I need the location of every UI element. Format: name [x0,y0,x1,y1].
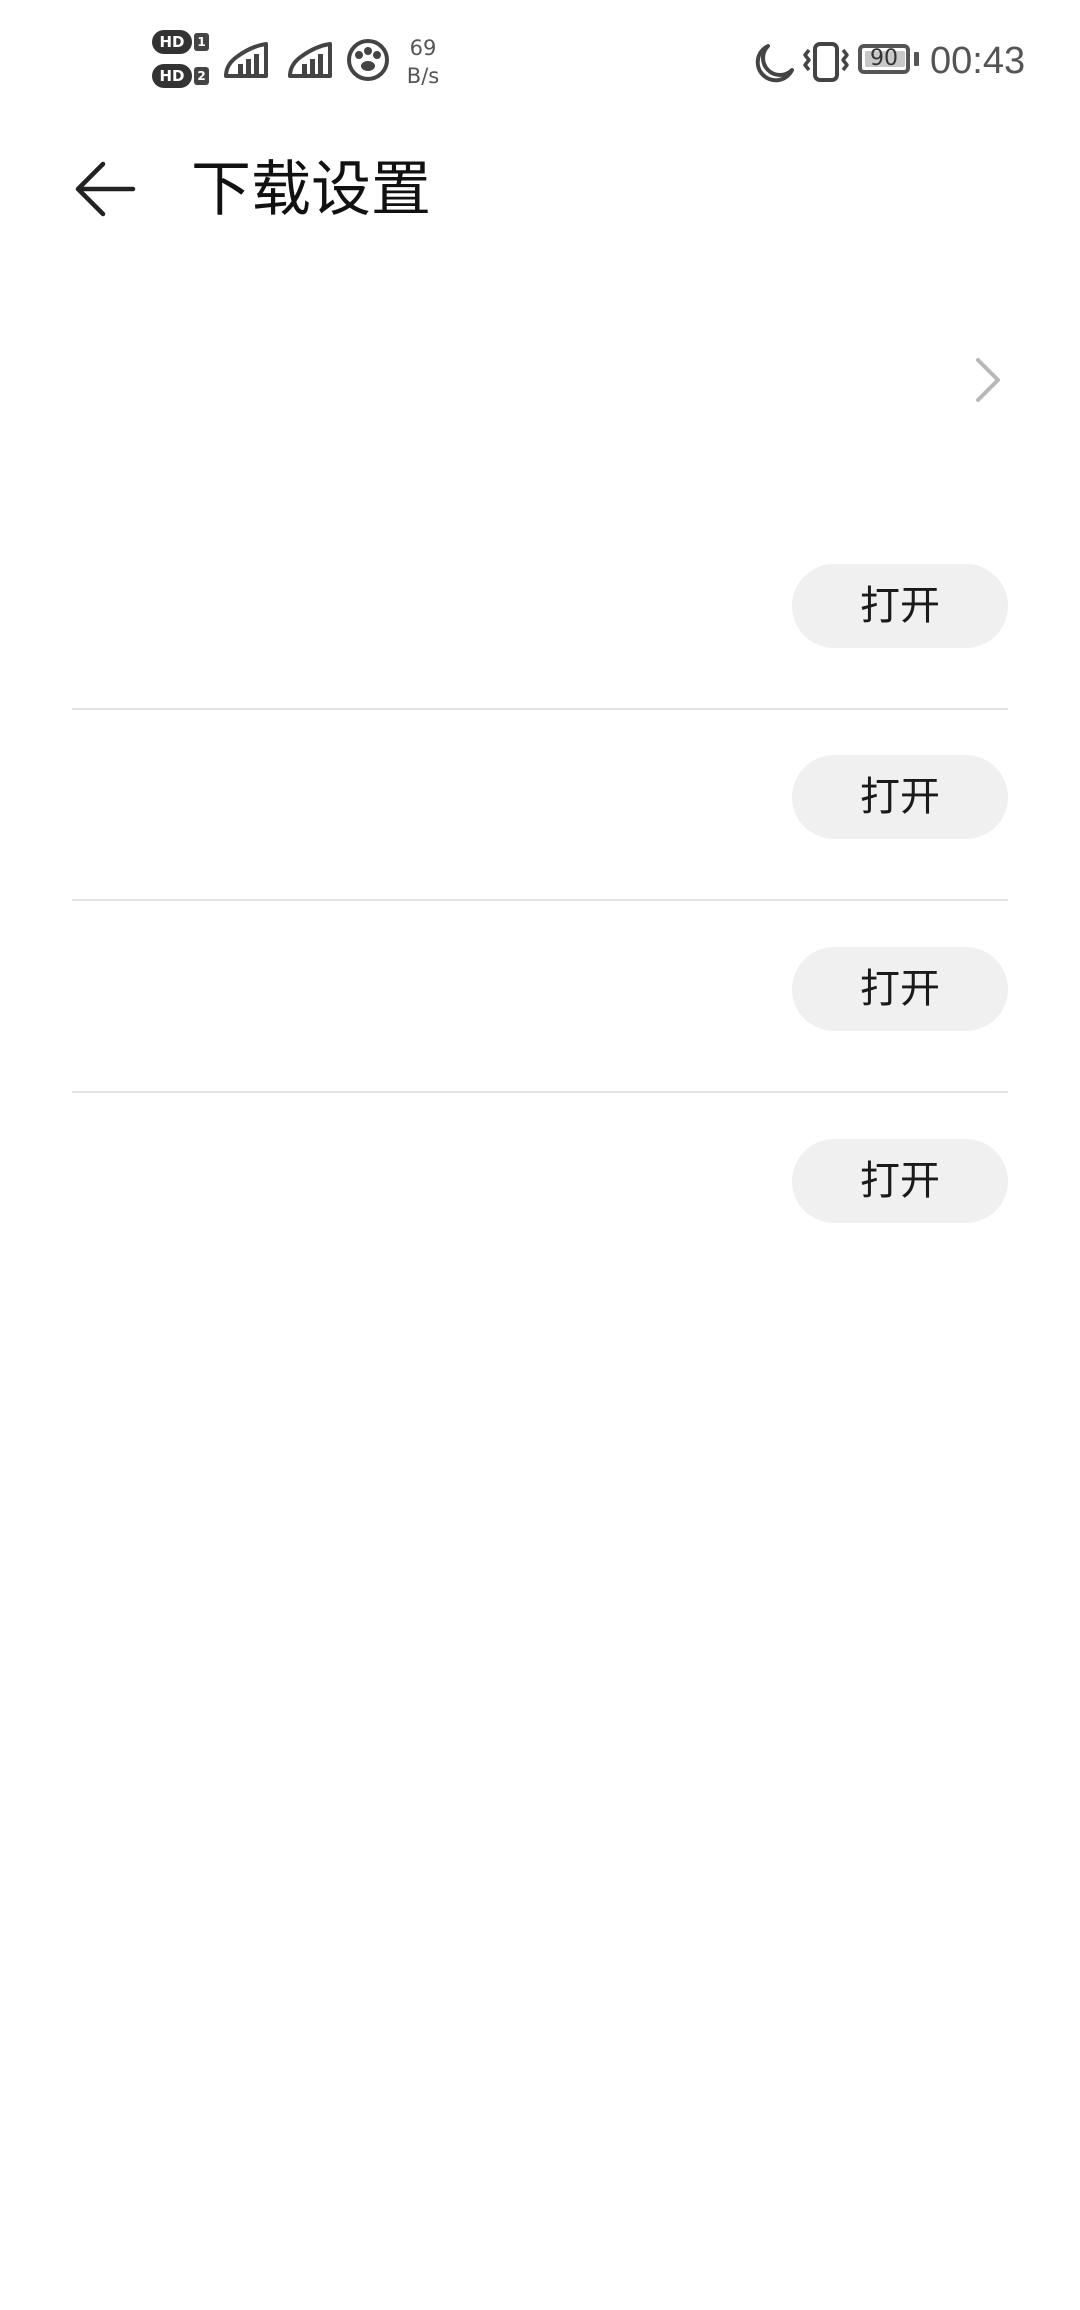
divider [72,899,1008,901]
status-bar: HD 1 HD 2 69 B/s 90 00:43 [0,0,1080,125]
open-button[interactable]: 打开 [792,1139,1008,1223]
open-button[interactable]: 打开 [792,564,1008,648]
signal-icon [222,40,272,84]
nav-row[interactable] [0,300,1080,460]
setting-row: 打开 [72,711,1008,901]
hd1-icon: HD [152,30,192,54]
battery-cap [914,52,919,66]
hd2-icon: HD [152,64,192,88]
paw-icon [345,38,391,86]
setting-row: 打开 [72,520,1008,710]
sim2-number: 2 [194,67,209,85]
vibrate-icon [800,40,852,88]
sim1-number: 1 [194,33,209,51]
back-button[interactable] [60,149,150,229]
signal-icon [286,40,336,84]
clock: 00:43 [930,40,1026,82]
open-button[interactable]: 打开 [792,947,1008,1031]
setting-row: 打开 [72,1095,1008,1285]
open-button[interactable]: 打开 [792,755,1008,839]
network-speed-value: 69 [409,36,437,60]
back-arrow-icon [75,161,136,217]
hd-badges: HD 1 HD 2 [152,28,210,92]
battery-level: 90 [870,46,898,71]
divider [72,708,1008,710]
page-title: 下载设置 [191,155,431,225]
network-speed: 69 B/s [398,34,448,90]
network-speed-unit: B/s [406,64,440,88]
setting-row: 打开 [72,903,1008,1093]
divider [72,1091,1008,1093]
chevron-right-icon [970,352,1006,412]
app-bar: 下载设置 [0,125,1080,250]
moon-icon [750,40,798,88]
battery-icon: 90 [858,44,910,74]
